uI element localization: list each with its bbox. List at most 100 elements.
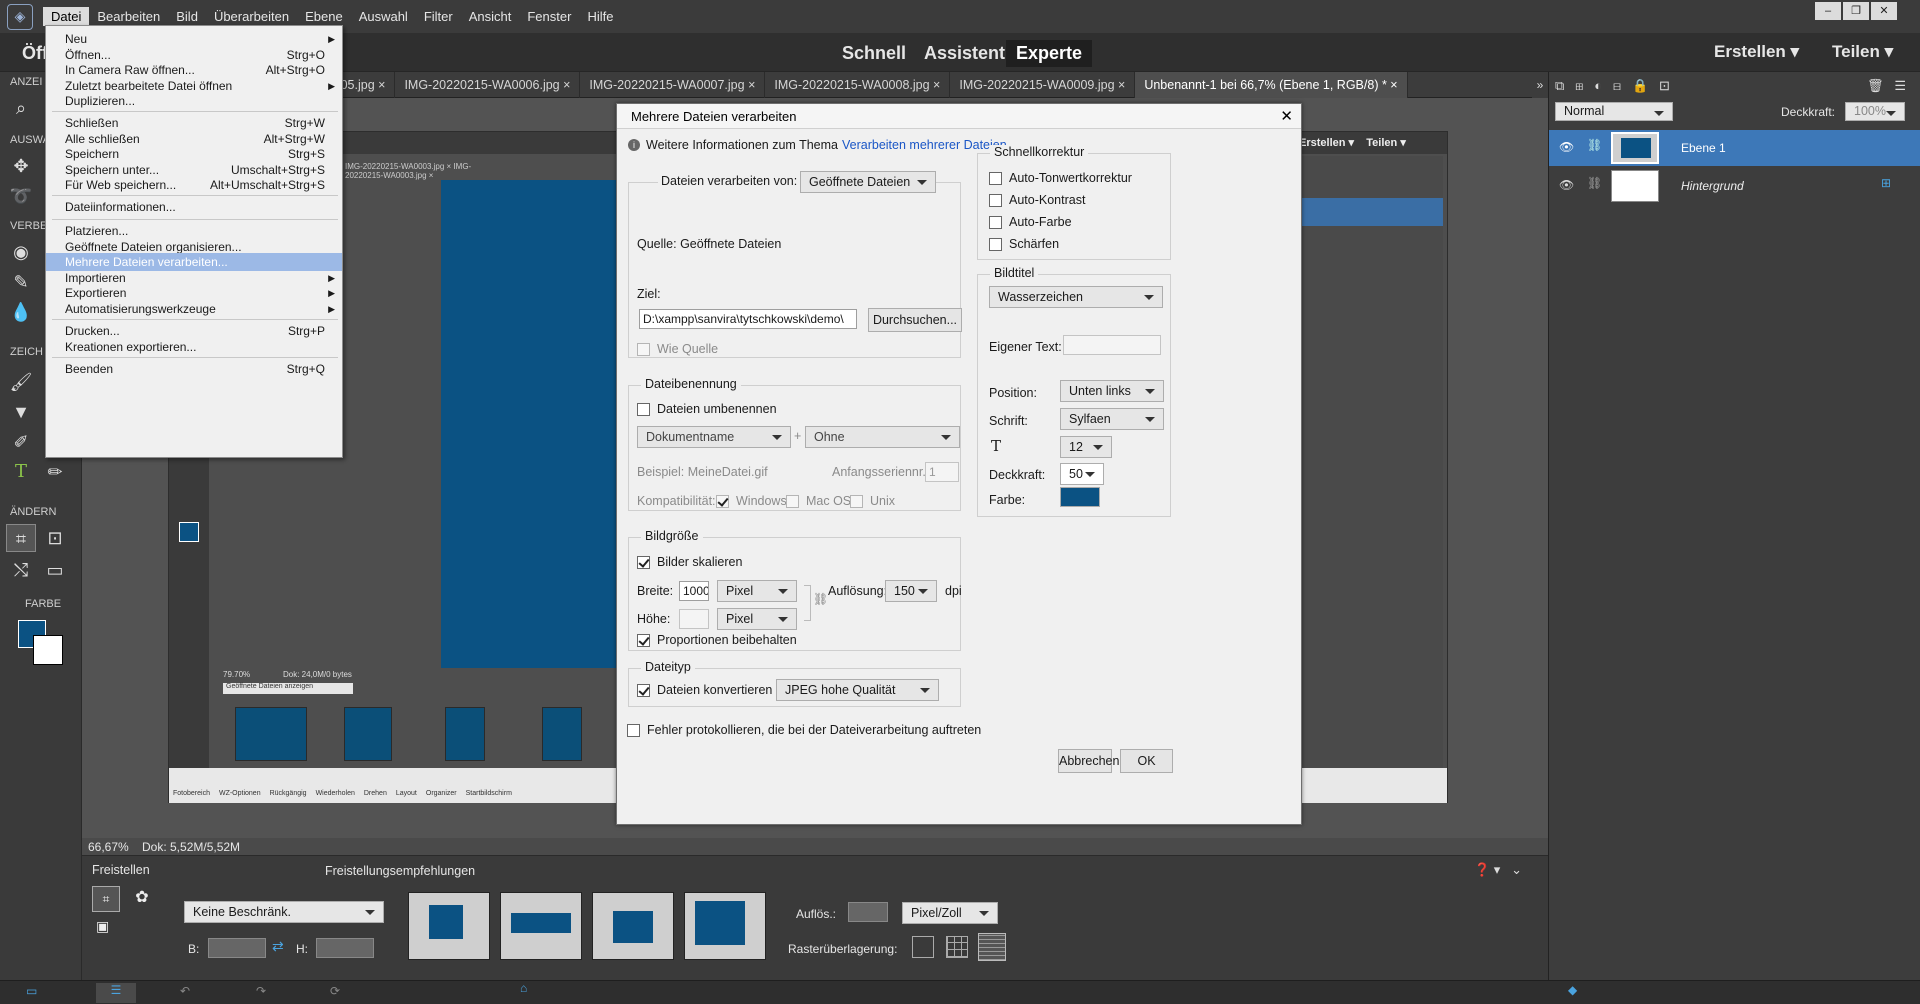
layer-opacity-dropdown[interactable]: 100%: [1845, 102, 1905, 121]
help-icon[interactable]: ❓ ▾ ⌄: [1474, 862, 1522, 878]
crop-suggestion-2[interactable]: [500, 892, 582, 960]
brush-tool-icon[interactable]: 🖌: [6, 368, 36, 396]
file-menu-item[interactable]: Dateiinformationen...: [46, 198, 342, 216]
crop-resolution-input[interactable]: [848, 902, 888, 922]
height-unit-dropdown[interactable]: Pixel: [717, 608, 797, 630]
crop-width-input[interactable]: [208, 938, 266, 958]
menu-bearbeiten[interactable]: Bearbeiten: [89, 7, 168, 26]
crop-suggestion-4[interactable]: [684, 892, 766, 960]
close-window-button[interactable]: ✕: [1871, 2, 1897, 20]
healing-brush-icon[interactable]: ✎: [6, 268, 36, 296]
scale-images-checkbox[interactable]: Bilder skalieren: [637, 555, 742, 569]
tool-options-icon[interactable]: ☰: [96, 983, 136, 1003]
crop-height-input[interactable]: [316, 938, 374, 958]
crop-suggestion-3[interactable]: [592, 892, 674, 960]
mode-guided[interactable]: Assistent: [914, 40, 1015, 67]
tab-close-icon[interactable]: ×: [560, 78, 570, 92]
constraint-dropdown[interactable]: Keine Beschränk.: [184, 901, 384, 923]
same-as-source-checkbox[interactable]: Wie Quelle: [637, 342, 718, 356]
straighten-tool-icon[interactable]: ▭: [40, 556, 70, 584]
photo-ratio-icon[interactable]: ▣: [96, 918, 116, 938]
position-dropdown[interactable]: Unten links: [1060, 380, 1164, 402]
log-errors-checkbox[interactable]: Fehler protokollieren, die bei der Datei…: [627, 723, 981, 737]
width-unit-dropdown[interactable]: Pixel: [717, 580, 797, 602]
crop-preset-icon[interactable]: ⌗: [92, 886, 120, 912]
compat-windows-checkbox[interactable]: Windows: [716, 494, 787, 508]
file-menu-item[interactable]: Automatisierungswerkzeuge ▶: [46, 300, 342, 318]
resolution-unit-dropdown[interactable]: Pixel/Zoll: [902, 902, 998, 924]
menu-hilfe[interactable]: Hilfe: [579, 7, 621, 26]
file-format-dropdown[interactable]: JPEG hohe Qualität: [776, 679, 939, 701]
font-size-dropdown[interactable]: 12: [1060, 436, 1112, 458]
info-link[interactable]: Verarbeiten mehrerer Dateien: [842, 138, 1007, 152]
paint-bucket-icon[interactable]: ▼: [6, 398, 36, 426]
grid-thirds-icon[interactable]: [946, 936, 968, 958]
recompose-tool-icon[interactable]: ⊡: [40, 524, 70, 552]
type-tool-icon[interactable]: T: [6, 458, 36, 486]
redeye-tool-icon[interactable]: ◉: [6, 238, 36, 266]
visibility-eye-icon[interactable]: 👁: [1559, 178, 1574, 192]
bin-thumbnail[interactable]: [235, 707, 307, 761]
file-menu-item[interactable]: Duplizieren...: [46, 92, 342, 110]
naming-part2-dropdown[interactable]: Ohne: [805, 426, 960, 448]
bin-thumbnail[interactable]: [344, 707, 392, 761]
link-icon[interactable]: ⛓: [1587, 176, 1602, 190]
menu-bild[interactable]: Bild: [168, 7, 206, 26]
font-dropdown[interactable]: Sylfaen: [1060, 408, 1164, 430]
create-menu[interactable]: Erstellen ▾: [1714, 42, 1799, 62]
undo-icon[interactable]: ↶: [180, 984, 190, 998]
bin-thumbnail[interactable]: [542, 707, 582, 761]
link-icon[interactable]: ⛓: [1587, 138, 1602, 152]
file-menu-item[interactable]: Beenden Strg+Q: [46, 360, 342, 378]
document-tab[interactable]: IMG-20220215-WA0006.jpg ×: [395, 72, 581, 98]
browse-button[interactable]: Durchsuchen...: [868, 308, 962, 332]
document-tab[interactable]: Unbenannt-1 bei 66,7% (Ebene 1, RGB/8) *…: [1135, 72, 1408, 98]
photo-bin-icon[interactable]: ▭: [26, 984, 37, 998]
menu-auswahl[interactable]: Auswahl: [351, 7, 416, 26]
rotate-icon[interactable]: ⟳: [330, 984, 340, 998]
menu-filter[interactable]: Filter: [416, 7, 461, 26]
grid-none-icon[interactable]: [912, 936, 934, 958]
caption-type-dropdown[interactable]: Wasserzeichen: [989, 286, 1163, 308]
crop-tool-icon[interactable]: ⌗: [6, 524, 36, 552]
own-text-input[interactable]: [1063, 335, 1161, 355]
perspective-crop-icon[interactable]: ✿: [130, 886, 154, 910]
layer-row-background[interactable]: 👁 ⛓ Hintergrund ⊞: [1549, 168, 1920, 204]
compat-unix-checkbox[interactable]: Unix: [850, 494, 895, 508]
mode-quick[interactable]: Schnell: [832, 40, 916, 67]
start-number-input[interactable]: 1: [925, 462, 959, 482]
blend-mode-dropdown[interactable]: Normal: [1555, 102, 1673, 121]
source-dropdown[interactable]: Geöffnete Dateien: [800, 171, 936, 193]
lock-background-icon[interactable]: ⊞: [1881, 176, 1891, 190]
visibility-eye-icon[interactable]: 👁: [1559, 140, 1574, 154]
naming-part1-dropdown[interactable]: Dokumentname: [637, 426, 791, 448]
background-color-swatch[interactable]: [33, 635, 63, 665]
width-input[interactable]: 1000: [679, 581, 709, 601]
redo-icon[interactable]: ↷: [256, 984, 266, 998]
auto-contrast-checkbox[interactable]: Auto-Kontrast: [989, 193, 1085, 207]
auto-color-checkbox[interactable]: Auto-Farbe: [989, 215, 1072, 229]
file-menu-item[interactable]: Kreationen exportieren...: [46, 338, 342, 356]
target-path-input[interactable]: D:\xampp\sanvira\tytschkowski\demo\: [639, 309, 857, 329]
minimize-button[interactable]: ‒: [1815, 2, 1841, 20]
menu-datei[interactable]: Datei: [43, 7, 90, 26]
file-menu-item[interactable]: Für Web speichern... Alt+Umschalt+Strg+S: [46, 176, 342, 194]
menu-überarbeiten[interactable]: Überarbeiten: [206, 7, 297, 26]
convert-files-checkbox[interactable]: Dateien konvertieren in:: [637, 683, 789, 697]
cancel-button[interactable]: Abbrechen: [1058, 749, 1119, 773]
menu-fenster[interactable]: Fenster: [519, 7, 579, 26]
height-input[interactable]: [679, 609, 709, 629]
share-menu[interactable]: Teilen ▾: [1832, 42, 1893, 62]
layers-icon[interactable]: ◆: [1568, 983, 1577, 997]
home-icon[interactable]: ⌂: [520, 981, 527, 995]
layer-row-ebene1[interactable]: 👁 ⛓ Ebene 1: [1549, 130, 1920, 166]
document-tab[interactable]: IMG-20220215-WA0008.jpg ×: [765, 72, 951, 98]
dialog-close-icon[interactable]: ✕: [1280, 107, 1293, 125]
restore-button[interactable]: ❐: [1843, 2, 1869, 20]
lasso-tool-icon[interactable]: ➰: [6, 182, 36, 210]
document-tab[interactable]: IMG-20220215-WA0007.jpg ×: [580, 72, 766, 98]
rename-checkbox[interactable]: Dateien umbenennen: [637, 402, 777, 416]
menu-ansicht[interactable]: Ansicht: [461, 7, 520, 26]
grid-fine-icon[interactable]: [978, 933, 1006, 961]
zoom-tool-icon[interactable]: ⌕: [6, 94, 36, 122]
